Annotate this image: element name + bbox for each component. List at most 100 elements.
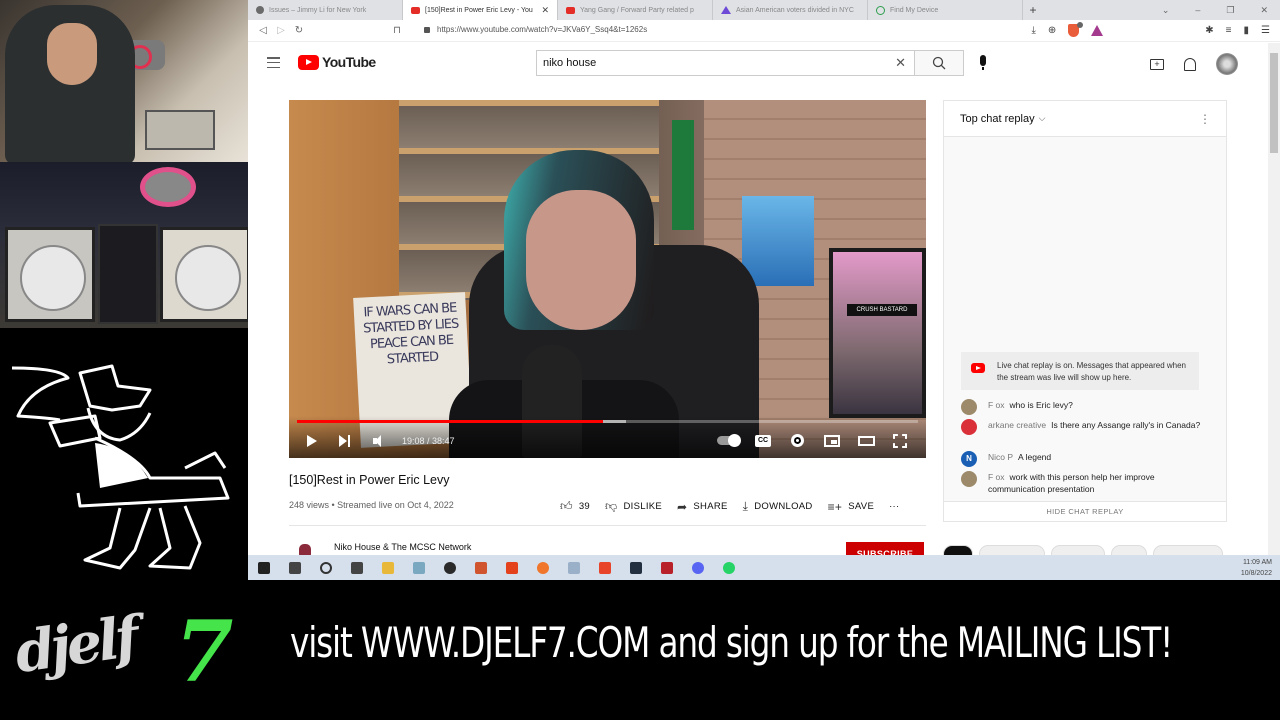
more-actions-button[interactable]: ···	[889, 501, 899, 512]
channel-avatar[interactable]	[299, 544, 311, 555]
taskbar-search[interactable]	[279, 555, 310, 580]
browser-toolbar: ⤓ ⊕ ✱ ≡ ▮ ☰	[1031, 22, 1270, 37]
tab-label: Issues – Jimmy Li for New York	[269, 6, 367, 14]
brave-rewards-icon[interactable]	[1091, 25, 1104, 36]
theater-mode-button[interactable]	[858, 436, 875, 446]
progress-bar[interactable]	[297, 420, 918, 423]
turntable-right	[160, 227, 248, 322]
captions-button[interactable]: CC	[755, 435, 771, 447]
zoom-icon[interactable]: ⊕	[1048, 25, 1056, 36]
like-button[interactable]: 👍︎ 39	[560, 499, 590, 514]
volume-button[interactable]	[373, 435, 387, 447]
new-tab-button[interactable]: +	[1023, 3, 1043, 17]
notifications-bell-icon[interactable]	[1184, 57, 1196, 71]
close-window-button[interactable]: ✕	[1260, 5, 1268, 16]
chat-message: F ox who is Eric levy?	[961, 399, 1201, 415]
taskbar-snipping[interactable]	[558, 555, 589, 580]
taskbar-task-view[interactable]	[341, 555, 372, 580]
search-input[interactable]	[536, 50, 914, 76]
share-icon: ➦	[677, 499, 688, 514]
channel-name[interactable]: Niko House & The MCSC Network	[334, 542, 471, 552]
account-avatar[interactable]	[1216, 53, 1238, 75]
hide-chat-replay-button[interactable]: HIDE CHAT REPLAY	[944, 501, 1226, 521]
taskbar-start[interactable]	[248, 555, 279, 580]
taskbar-notepad[interactable]	[403, 555, 434, 580]
taskbar-office[interactable]	[496, 555, 527, 580]
taskbar-brave[interactable]	[589, 555, 620, 580]
taskbar-file-explorer[interactable]	[372, 555, 403, 580]
youtube-icon	[971, 363, 985, 373]
download-icon: ⤓	[742, 499, 749, 513]
tab-yang-gang[interactable]: Yang Gang / Forward Party related p	[558, 0, 713, 20]
chip-all[interactable]	[943, 545, 973, 555]
chip[interactable]	[1111, 545, 1147, 555]
chevron-down-icon[interactable]: ⌵	[1039, 113, 1046, 124]
chip[interactable]	[979, 545, 1045, 555]
taskbar-filezilla[interactable]	[651, 555, 682, 580]
fullscreen-button[interactable]	[893, 434, 907, 448]
chat-mode-dropdown[interactable]: Top chat replay	[960, 113, 1035, 125]
settings-gear-icon[interactable]	[791, 434, 804, 447]
chat-more-icon[interactable]: ⋮	[1199, 112, 1211, 126]
url-field[interactable]: https://www.youtube.com/watch?v=JKVa6Y_S…	[424, 25, 647, 34]
hamburger-menu-icon[interactable]	[267, 57, 280, 68]
download-button[interactable]: ⤓ DOWNLOAD	[743, 499, 813, 514]
tab-asian-american-voters[interactable]: Asian American voters divided in NYC	[713, 0, 868, 20]
whatsapp-icon	[722, 561, 735, 574]
menu-icon[interactable]: ☰	[1261, 25, 1270, 36]
chat-header: Top chat replay ⌵ ⋮	[944, 101, 1226, 137]
reload-button[interactable]: ↻	[290, 25, 308, 36]
install-icon[interactable]: ⤓	[1031, 25, 1035, 36]
chip[interactable]	[1153, 545, 1223, 555]
brave-shields-icon[interactable]	[1068, 22, 1084, 37]
taskbar-whatsapp[interactable]	[713, 555, 744, 580]
share-button[interactable]: ➦ SHARE	[677, 500, 728, 514]
tab-find-my-device[interactable]: Find My Device	[868, 0, 1023, 20]
autoplay-toggle[interactable]	[717, 434, 741, 447]
taskbar-powerpoint[interactable]	[465, 555, 496, 580]
bookmark-icon[interactable]: ⊓	[388, 25, 406, 36]
playlist-add-icon: ≡+	[827, 499, 843, 514]
forward-button[interactable]: ▷	[272, 25, 290, 36]
taskbar-discord[interactable]	[682, 555, 713, 580]
next-button[interactable]	[339, 435, 352, 447]
play-button[interactable]	[307, 435, 317, 447]
taskbar-firefox[interactable]	[527, 555, 558, 580]
subscribe-button[interactable]: SUBSCRIBE	[846, 542, 924, 555]
taskbar-cortana[interactable]	[310, 555, 341, 580]
office-icon	[505, 561, 518, 574]
notepad-icon	[412, 561, 425, 574]
search-button[interactable]	[914, 50, 964, 76]
reading-list-icon[interactable]: ≡	[1226, 25, 1232, 36]
system-clock[interactable]: 11:09 AM 10/8/2022	[1241, 557, 1280, 579]
clear-search-icon[interactable]: ✕	[895, 55, 906, 71]
close-tab-icon[interactable]: ✕	[541, 5, 549, 16]
tab-jimmy-li[interactable]: Issues – Jimmy Li for New York	[248, 0, 403, 20]
tab-rest-in-power[interactable]: [150]Rest in Power Eric Levy - You ✕	[403, 0, 558, 20]
tab-search-button[interactable]: ⌄	[1162, 5, 1170, 16]
video-player[interactable]: CRUSH BASTARD IF WARS CAN BE STARTED BY …	[289, 100, 926, 458]
lock-icon	[424, 26, 430, 33]
youtube-logo[interactable]: YouTube	[298, 54, 376, 70]
minimize-button[interactable]: –	[1195, 5, 1200, 16]
sidebar-icon[interactable]: ▮	[1244, 25, 1250, 36]
page-scrollbar[interactable]	[1268, 43, 1280, 555]
webcam-decks-view	[0, 162, 248, 328]
miniplayer-button[interactable]	[824, 435, 840, 447]
find-device-icon	[876, 5, 885, 15]
chat-text: A legend	[1018, 452, 1052, 462]
create-video-icon[interactable]: +	[1150, 58, 1164, 70]
taskbar-davinci[interactable]	[620, 555, 651, 580]
tab-label: Asian American voters divided in NYC	[736, 6, 854, 14]
dislike-label: DISLIKE	[623, 501, 663, 512]
voice-search-icon[interactable]	[980, 55, 986, 70]
chip[interactable]	[1051, 545, 1105, 555]
save-button[interactable]: ≡+ SAVE	[828, 500, 874, 514]
window-controls: ⌄ – ❐ ✕	[1162, 5, 1280, 16]
back-button[interactable]: ◁	[254, 25, 272, 36]
taskbar-obs[interactable]	[434, 555, 465, 580]
extensions-icon[interactable]: ✱	[1205, 25, 1213, 36]
restore-button[interactable]: ❐	[1226, 5, 1234, 16]
dislike-button[interactable]: 👎︎ DISLIKE	[605, 499, 662, 514]
played-bar	[297, 420, 603, 423]
